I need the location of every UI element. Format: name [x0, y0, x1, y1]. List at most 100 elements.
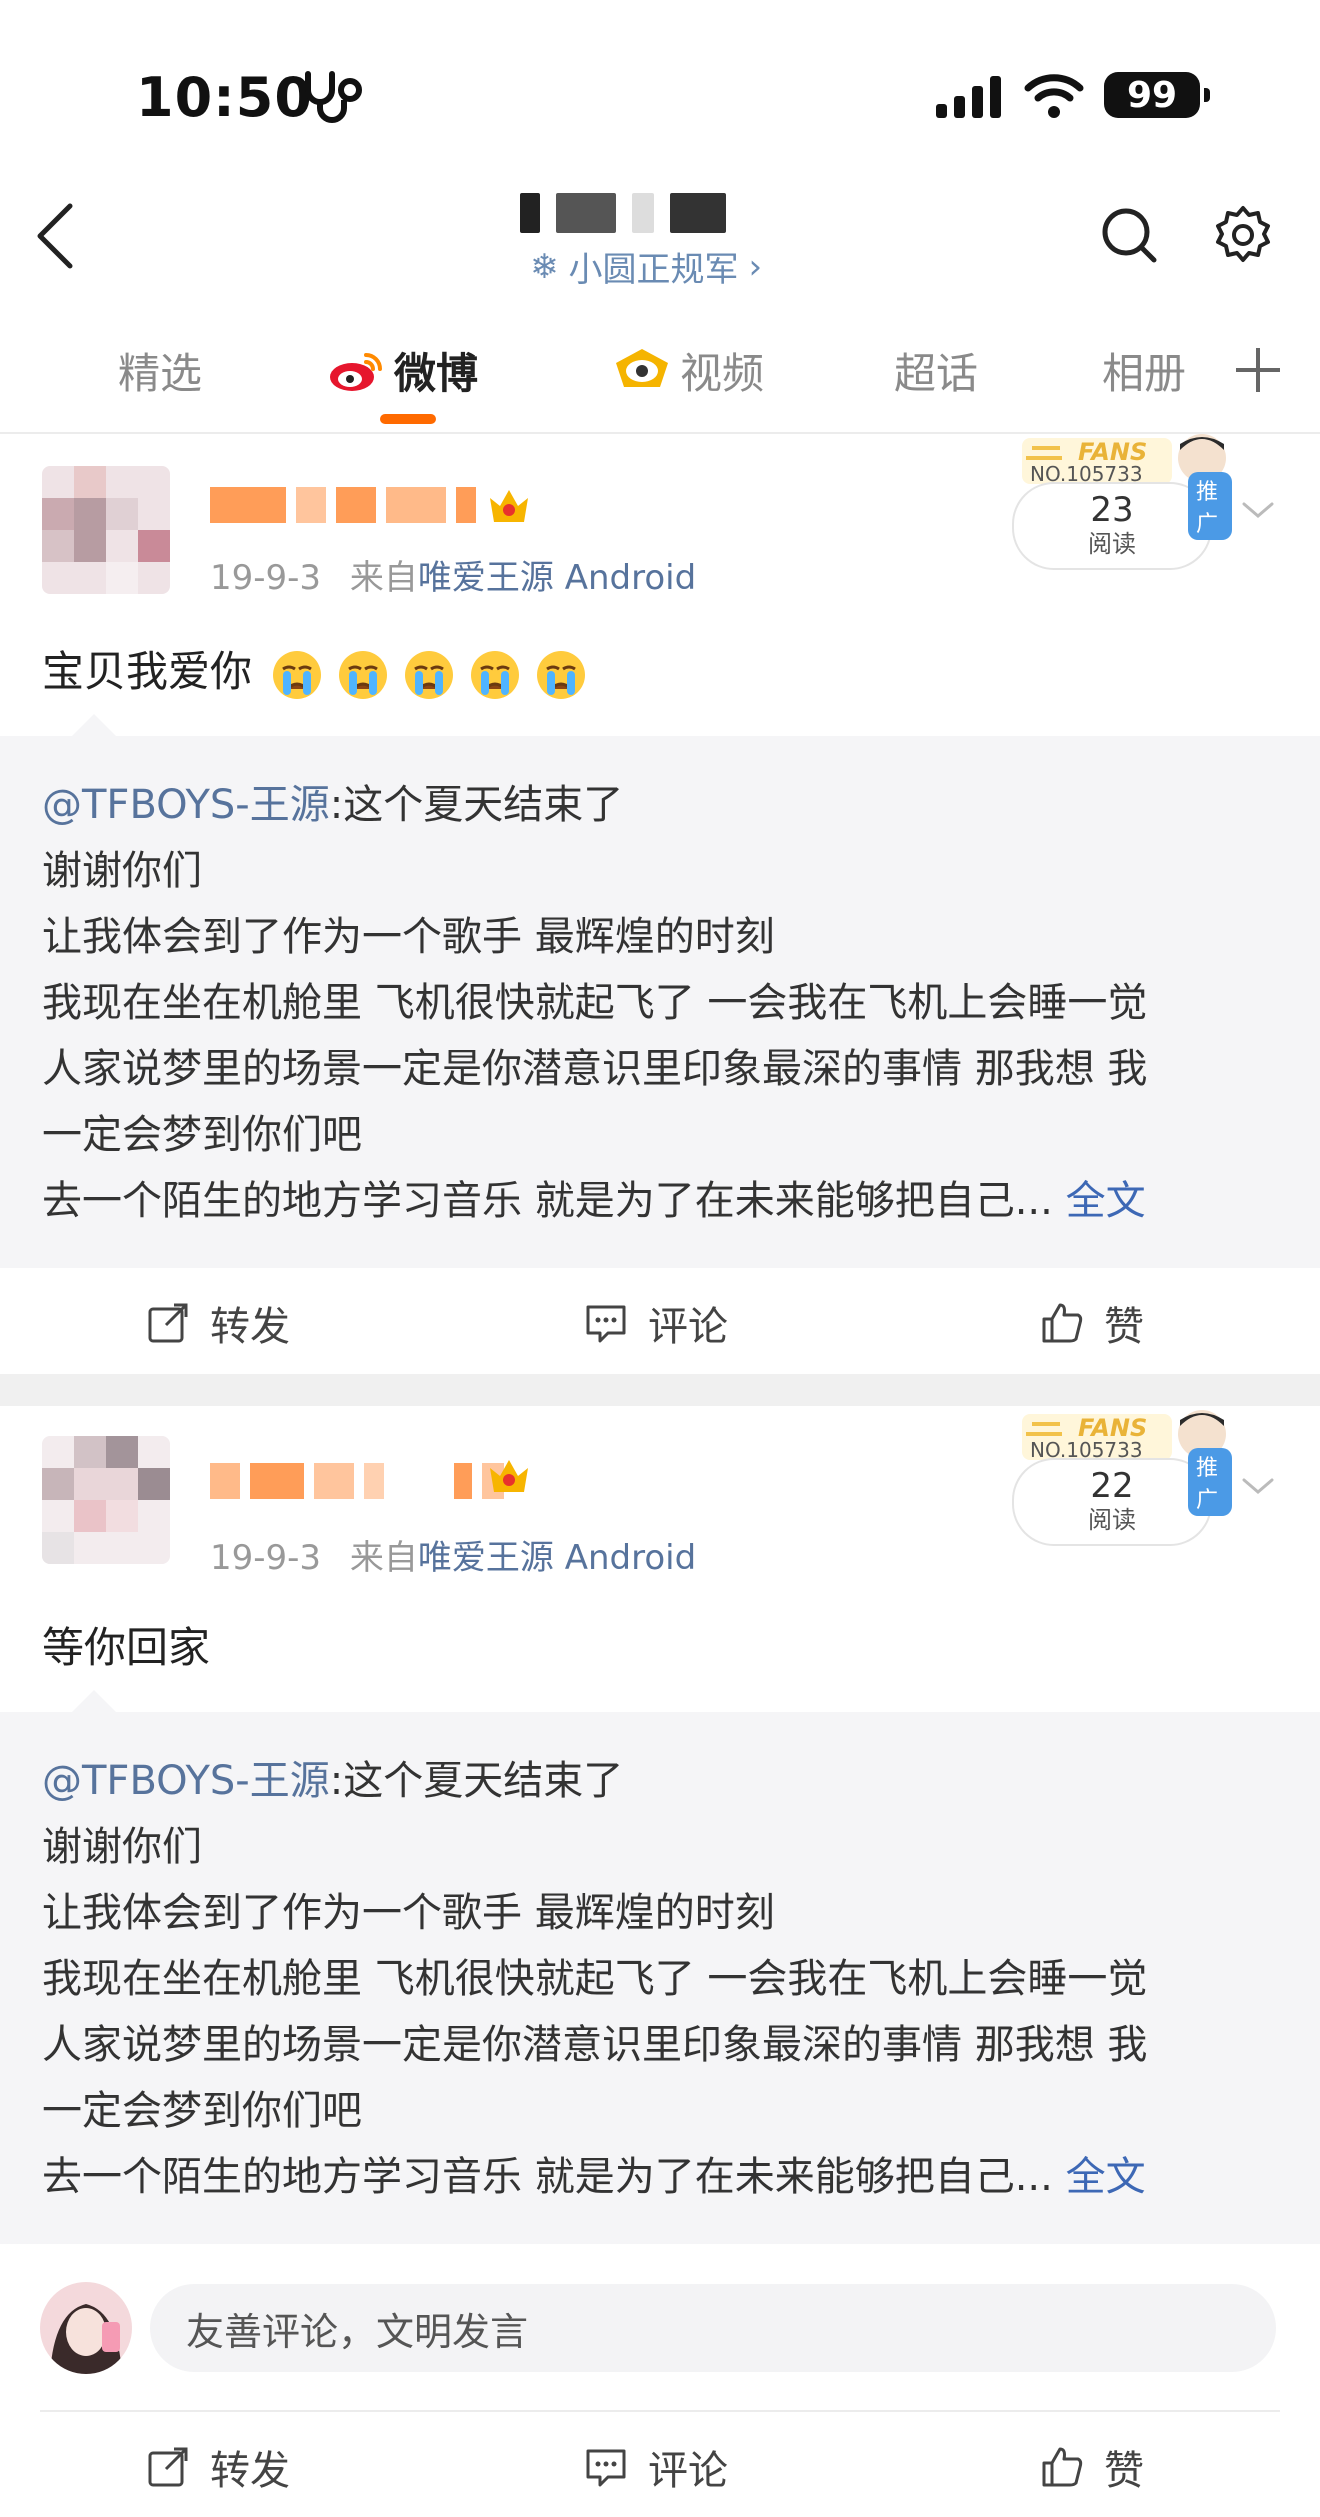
snowflake-icon: ❄	[530, 246, 559, 287]
repost-icon	[148, 2447, 188, 2487]
tab-supertopic[interactable]: 超话	[894, 340, 978, 401]
thumbs-up-icon	[1042, 2447, 1083, 2487]
post-date: 19-9-3	[210, 1538, 322, 1578]
comment-icon	[586, 1305, 626, 1343]
plus-icon[interactable]	[1232, 344, 1284, 396]
back-arrow-icon[interactable]	[30, 200, 84, 272]
source-prefix: 来自	[349, 1538, 418, 1578]
battery-indicator: 99	[1104, 72, 1210, 118]
tab-label: 视频	[680, 349, 765, 398]
post-separator	[0, 1374, 1320, 1406]
repost-line: 让我体会到了作为一个歌手 最辉煌的时刻	[42, 1890, 775, 1936]
mention-link[interactable]: @TFBOYS-王源	[42, 782, 330, 828]
avatar[interactable]	[42, 1436, 170, 1564]
repost-line: 一定会梦到你们吧	[42, 2088, 362, 2134]
tab-weibo[interactable]: 微博	[328, 340, 478, 401]
comment-button[interactable]: 评论	[584, 2438, 728, 2496]
supertopic-label: 小圆正规军	[568, 250, 739, 290]
emoji-row	[271, 649, 587, 701]
repost-label: 转发	[210, 2448, 290, 2494]
weibo-logo-icon	[330, 352, 382, 391]
repost-line: 我现在坐在机舱里 飞机很快就起飞了 一会我在飞机上会睡一觉	[42, 980, 1148, 1026]
chevron-down-icon[interactable]	[1240, 498, 1276, 522]
avatar[interactable]	[42, 466, 170, 594]
page-title-redacted	[520, 188, 810, 238]
crying-face-icon	[471, 650, 520, 699]
view-label: 阅读	[1088, 1506, 1136, 1534]
gear-icon[interactable]	[1212, 204, 1274, 266]
repost-line: 一定会梦到你们吧	[42, 1112, 362, 1158]
nav-header: ❄ 小圆正规军 ›	[0, 170, 1320, 300]
post-body: 宝贝我爱你	[42, 647, 253, 696]
post-text: 等你回家	[42, 1623, 211, 1672]
chevron-right-icon: ›	[748, 246, 763, 287]
search-icon[interactable]	[1100, 206, 1158, 264]
view-count: 23	[1090, 490, 1134, 530]
username-redacted[interactable]	[210, 1462, 504, 1500]
views-pill: 23 阅读	[1012, 482, 1212, 570]
repost-button[interactable]: 转发	[146, 2438, 290, 2496]
repost-icon	[148, 1303, 188, 1343]
comment-label: 评论	[648, 1304, 728, 1350]
post-source[interactable]: 唯爱王源 Android	[418, 1538, 696, 1578]
source-prefix: 来自	[349, 558, 418, 598]
tab-album[interactable]: 相册	[1102, 340, 1186, 401]
repost-label: 转发	[210, 1304, 290, 1350]
post-meta: 19-9-3 来自唯爱王源 Android	[210, 550, 696, 599]
crying-face-icon	[339, 650, 388, 699]
promote-badge: 推广	[1188, 472, 1232, 540]
mention-link[interactable]: @TFBOYS-王源	[42, 1758, 330, 1804]
repost-box[interactable]: @TFBOYS-王源:这个夏天结束了 谢谢你们 让我体会到了作为一个歌手 最辉煌…	[0, 714, 1320, 1268]
comment-bar: 友善评论，文明发言	[0, 2270, 1320, 2390]
crying-face-icon	[273, 650, 322, 699]
username-redacted[interactable]	[210, 486, 476, 524]
like-button[interactable]: 赞	[1040, 2438, 1144, 2496]
chevron-down-icon[interactable]	[1240, 1474, 1276, 1498]
repost-line: @TFBOYS-王源:这个夏天结束了	[42, 1758, 624, 1804]
repost-line: 谢谢你们	[42, 1824, 202, 1870]
thumbs-up-icon	[1042, 1303, 1083, 1343]
action-bar: 转发 评论 赞	[0, 2412, 1320, 2512]
member-crown-icon	[490, 490, 528, 522]
tab-featured[interactable]: 精选	[118, 340, 202, 401]
full-text-link[interactable]: 全文	[1066, 1178, 1146, 1224]
crying-face-icon	[405, 650, 454, 699]
cellular-signal-icon	[936, 76, 1001, 118]
post-meta: 19-9-3 来自唯爱王源 Android	[210, 1530, 696, 1579]
comment-icon	[586, 2449, 626, 2487]
repost-line: 去一个陌生的地方学习音乐 就是为了在未来能够把自己... 全文	[42, 2154, 1146, 2200]
wifi-icon	[1024, 74, 1084, 118]
like-button[interactable]: 赞	[1040, 1294, 1144, 1352]
stethoscope-icon	[305, 71, 362, 123]
repost-box[interactable]: @TFBOYS-王源:这个夏天结束了 谢谢你们 让我体会到了作为一个歌手 最辉煌…	[0, 1690, 1320, 2244]
comment-input[interactable]: 友善评论，文明发言	[150, 2284, 1276, 2372]
tab-label: 超话	[894, 349, 979, 398]
user-avatar[interactable]	[40, 2282, 132, 2374]
video-logo-icon	[616, 348, 668, 387]
fans-badge[interactable]: FANS NO.105733 22 阅读 推广	[1012, 1408, 1232, 1558]
fans-badge[interactable]: FANS NO.105733 23 阅读 推广	[1012, 432, 1232, 582]
tab-video[interactable]: 视频	[614, 340, 764, 401]
tab-label: 相册	[1102, 349, 1187, 398]
post-card: 19-9-3 来自唯爱王源 Android FANS NO.105733 23 …	[0, 432, 1320, 1372]
view-label: 阅读	[1088, 530, 1136, 558]
action-bar: 转发 评论 赞	[0, 1268, 1320, 1368]
tab-label: 微博	[394, 349, 479, 398]
repost-line: 去一个陌生的地方学习音乐 就是为了在未来能够把自己... 全文	[42, 1178, 1146, 1224]
post-date: 19-9-3	[210, 558, 322, 598]
comment-label: 评论	[648, 2448, 728, 2494]
full-text-link[interactable]: 全文	[1066, 2154, 1146, 2200]
view-count: 22	[1090, 1466, 1134, 1506]
promote-badge: 推广	[1188, 1448, 1232, 1516]
tab-bar: 精选 微博 视频 超话 相册	[0, 302, 1320, 434]
repost-button[interactable]: 转发	[146, 1294, 290, 1352]
post-source[interactable]: 唯爱王源 Android	[418, 558, 696, 598]
crying-face-icon	[537, 650, 586, 699]
repost-line: 让我体会到了作为一个歌手 最辉煌的时刻	[42, 914, 775, 960]
views-pill: 22 阅读	[1012, 1458, 1212, 1546]
post-card: 19-9-3 来自唯爱王源 Android FANS NO.105733 22 …	[0, 1408, 1320, 2248]
repost-line: 人家说梦里的场景一定是你潜意识里印象最深的事情 那我想 我	[42, 1046, 1148, 1092]
supertopic-link[interactable]: ❄ 小圆正规军 ›	[530, 242, 762, 291]
comment-button[interactable]: 评论	[584, 1294, 728, 1352]
status-bar: 10:50 99	[0, 0, 1320, 190]
